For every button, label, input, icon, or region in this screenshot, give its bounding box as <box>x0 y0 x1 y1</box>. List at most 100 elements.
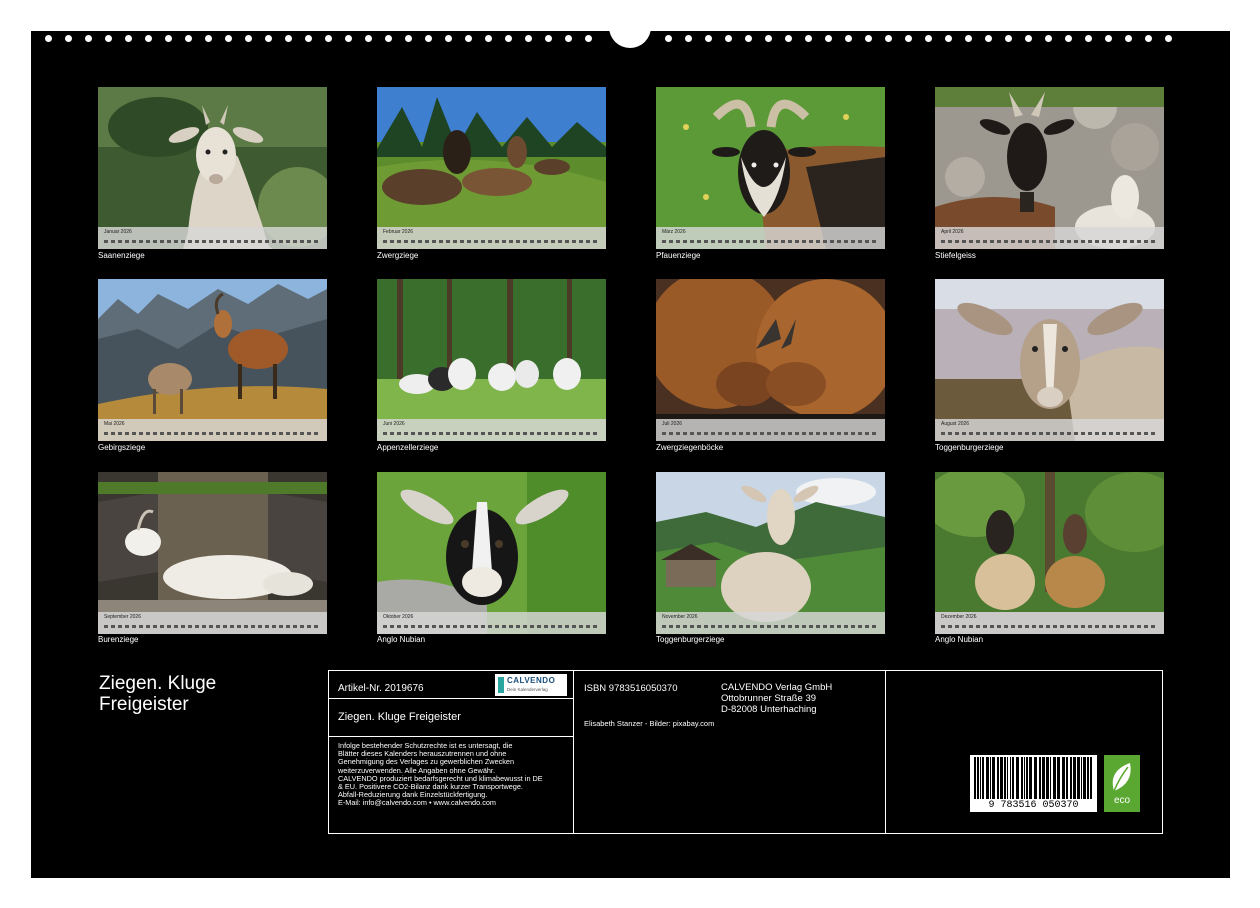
day-cell <box>216 432 220 435</box>
day-cell <box>1032 432 1036 435</box>
day-cell <box>530 432 534 435</box>
day-grid <box>662 240 876 243</box>
day-cell <box>160 625 164 628</box>
photo-tile-februar: Februar 2026 <box>377 87 606 249</box>
caption-mai: Gebirgsziege <box>98 443 146 452</box>
photo-tile-september: September 2026 <box>98 472 327 634</box>
day-cell <box>111 432 115 435</box>
day-cell <box>404 240 408 243</box>
day-cell <box>1053 240 1057 243</box>
day-cell <box>230 240 234 243</box>
day-cell <box>1144 432 1148 435</box>
day-cell <box>251 240 255 243</box>
day-cell <box>823 432 827 435</box>
day-cell <box>781 625 785 628</box>
day-cell <box>1025 625 1029 628</box>
day-cell <box>872 240 876 243</box>
day-cell <box>432 625 436 628</box>
day-cell <box>1116 240 1120 243</box>
barcode-bar <box>1039 757 1041 799</box>
day-cell <box>418 625 422 628</box>
month-strip: Mai 2026 <box>98 419 327 441</box>
barcode-bar <box>980 757 981 799</box>
photo-tile-juni: Juni 2026 <box>377 279 606 441</box>
day-cell <box>774 240 778 243</box>
day-cell <box>530 240 534 243</box>
day-cell <box>593 240 597 243</box>
barcode-bar <box>992 757 995 799</box>
day-cell <box>767 432 771 435</box>
binding-hole <box>825 35 832 42</box>
binding-hole <box>885 35 892 42</box>
day-cell <box>467 240 471 243</box>
barcode-bar <box>1050 757 1051 799</box>
day-cell <box>125 625 129 628</box>
day-cell <box>1018 240 1022 243</box>
binding-hole <box>1065 35 1072 42</box>
barcode-bar <box>1012 757 1014 799</box>
day-cell <box>788 240 792 243</box>
day-cell <box>307 625 311 628</box>
day-cell <box>1123 240 1127 243</box>
day-cell <box>865 625 869 628</box>
day-cell <box>516 625 520 628</box>
binding-hole <box>345 35 352 42</box>
day-cell <box>1116 432 1120 435</box>
barcode-bar <box>1066 757 1068 799</box>
day-cell <box>1088 625 1092 628</box>
day-cell <box>146 432 150 435</box>
binding-hole <box>1125 35 1132 42</box>
day-cell <box>976 625 980 628</box>
day-cell <box>544 625 548 628</box>
barcode-bar <box>1007 757 1008 799</box>
day-cell <box>167 625 171 628</box>
day-cell <box>174 240 178 243</box>
barcode-bar <box>1062 757 1065 799</box>
day-cell <box>837 432 841 435</box>
day-cell <box>293 625 297 628</box>
barcode-bar <box>986 757 989 799</box>
day-cell <box>746 240 750 243</box>
day-cell <box>1109 240 1113 243</box>
binding-hole <box>565 35 572 42</box>
day-cell <box>397 432 401 435</box>
month-strip: Juli 2026 <box>656 419 885 441</box>
title-line-1: Ziegen. Kluge <box>99 673 217 694</box>
day-cell <box>1116 625 1120 628</box>
binding-hole <box>205 35 212 42</box>
day-cell <box>1004 625 1008 628</box>
photo-tile-april: April 2026 <box>935 87 1164 249</box>
day-cell <box>523 240 527 243</box>
day-cell <box>962 240 966 243</box>
day-cell <box>537 240 541 243</box>
day-cell <box>139 240 143 243</box>
day-cell <box>411 432 415 435</box>
day-cell <box>425 240 429 243</box>
day-cell <box>683 432 687 435</box>
day-cell <box>837 240 841 243</box>
day-cell <box>1053 625 1057 628</box>
publisher-street: Ottobrunner Straße 39 <box>721 693 817 704</box>
day-cell <box>858 432 862 435</box>
day-cell <box>474 432 478 435</box>
day-grid <box>383 240 597 243</box>
day-cell <box>293 432 297 435</box>
binding-hole <box>545 35 552 42</box>
day-cell <box>167 432 171 435</box>
binding-hole <box>965 35 972 42</box>
binding-hole <box>445 35 452 42</box>
binding-hole <box>365 35 372 42</box>
day-cell <box>383 625 387 628</box>
day-cell <box>565 625 569 628</box>
day-cell <box>669 432 673 435</box>
day-cell <box>579 432 583 435</box>
day-cell <box>195 625 199 628</box>
day-cell <box>411 240 415 243</box>
caption-oktober: Anglo Nubian <box>377 635 426 644</box>
day-grid <box>941 432 1155 435</box>
caption-juni: Appenzellerziege <box>377 443 439 452</box>
day-cell <box>1088 240 1092 243</box>
day-cell <box>223 432 227 435</box>
day-cell <box>181 240 185 243</box>
isbn-barcode: 9 783516 050370 <box>970 755 1097 812</box>
